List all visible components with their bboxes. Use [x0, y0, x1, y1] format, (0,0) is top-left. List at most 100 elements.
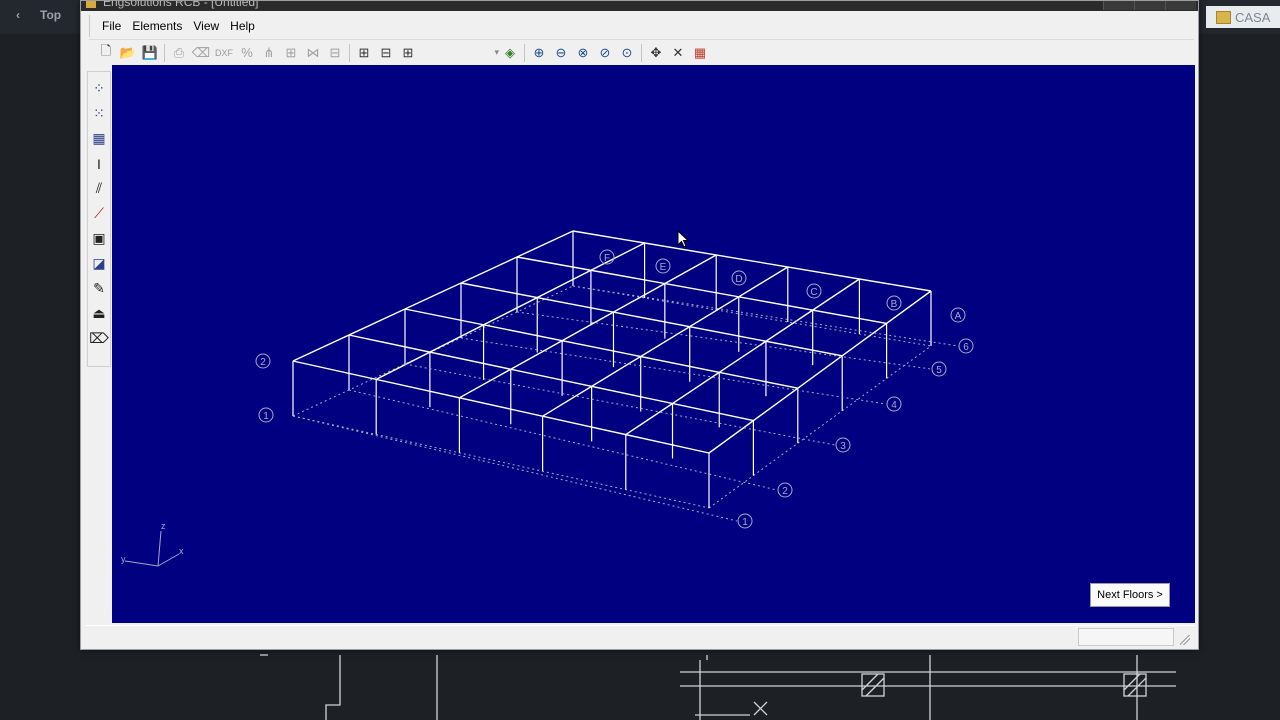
zoom-window-icon[interactable]: ⊗	[572, 42, 594, 64]
svg-text:D: D	[735, 274, 742, 285]
element-toolbar: ⁘ ⁙ ▦ I ⫽ ⟋ ▣ ◪ ✎ ⏏ ⌦	[87, 71, 111, 367]
ground-gridline	[572, 285, 932, 347]
resize-grip[interactable]	[1180, 635, 1190, 645]
column-axis-label-D: D	[731, 270, 747, 286]
mouse-cursor-icon	[677, 230, 690, 248]
status-field	[1078, 628, 1174, 646]
slab-tool-icon[interactable]: ⋈	[302, 42, 324, 64]
svg-text:F: F	[604, 253, 610, 264]
svg-text:1: 1	[263, 411, 269, 422]
svg-text:6: 6	[963, 342, 969, 353]
frame-beam	[460, 282, 843, 357]
zoom-extents-icon[interactable]: ⊘	[594, 42, 616, 64]
status-bar	[85, 625, 1194, 648]
main-toolbar: 🗋 📂 💾 ⎙ ⌫ DXF % ⋔ ⊞ ⋈ ⊟ ⊞ ⊟ ⊞ ▾ ◈ ⊕ ⊖ ⊗ …	[89, 39, 1194, 65]
svg-text:3: 3	[840, 441, 846, 452]
left-axis-label-1: 1	[258, 407, 274, 423]
svg-text:E: E	[660, 262, 667, 273]
frame-beam	[625, 278, 860, 436]
title-bar: Engsolutions RCB - [Untitled]	[81, 1, 1198, 11]
zoom-out-icon[interactable]: ⊖	[550, 42, 572, 64]
triad-y-axis	[124, 560, 159, 567]
dxf-export-button[interactable]: DXF	[212, 48, 236, 58]
zoom-previous-icon[interactable]: ⊙	[616, 42, 638, 64]
footing-icon[interactable]: ⏏	[89, 301, 109, 326]
left-axis-label-2: 2	[255, 353, 271, 369]
maximize-button[interactable]	[1134, 1, 1165, 10]
next-floors-button[interactable]: Next Floors >	[1090, 583, 1170, 607]
3d-view-canvas[interactable]: 1 2 3 4 5 6 1 2 A B C D E Fx z y Next Floors >	[112, 65, 1195, 623]
slab-icon[interactable]: ▣	[89, 226, 109, 251]
triad-x-label: x	[179, 546, 184, 556]
triad-y-label: y	[121, 554, 126, 564]
ground-gridline	[292, 415, 710, 509]
frame-beam	[348, 334, 754, 422]
new-file-icon[interactable]: 🗋	[95, 42, 117, 64]
view-3d-icon[interactable]: ◪	[89, 251, 109, 276]
line-icon[interactable]: ⟋	[89, 201, 109, 226]
frame-beam	[459, 254, 717, 399]
svg-text:A: A	[955, 311, 962, 322]
save-icon[interactable]: 💾	[139, 42, 161, 64]
column-axis-label-E: E	[655, 258, 671, 274]
rotate-icon[interactable]: ✕	[667, 42, 689, 64]
menu-view[interactable]: View	[193, 19, 219, 33]
row-axis-label-4: 4	[886, 396, 902, 412]
row-axis-label-2: 2	[777, 482, 793, 498]
triad-z-axis	[157, 530, 162, 567]
rcb-main-window: Engsolutions RCB - [Untitled] File Eleme…	[80, 0, 1199, 650]
app-icon	[86, 1, 96, 8]
triad-x-axis	[157, 553, 180, 567]
grid-tool-icon[interactable]: ⊟	[324, 42, 346, 64]
svg-text:2: 2	[260, 357, 266, 368]
column-icon[interactable]: I	[89, 151, 109, 176]
percent-tool-icon[interactable]: %	[236, 42, 258, 64]
column-axis-label-B: B	[886, 295, 902, 311]
beam-icon[interactable]: ⫽	[89, 176, 109, 201]
window-title: Engsolutions RCB - [Untitled]	[103, 1, 259, 9]
row-axis-label-6: 6	[958, 338, 974, 354]
svg-text:4: 4	[891, 400, 897, 411]
move-icon[interactable]: ✥	[645, 42, 667, 64]
svg-text:2: 2	[782, 486, 788, 497]
pan-tool-icon[interactable]: ◈	[499, 42, 521, 64]
row-axis-label-5: 5	[931, 361, 947, 377]
ground-gridline	[708, 345, 932, 509]
triad-z-label: z	[161, 521, 166, 531]
frame-beam	[708, 290, 932, 454]
frame-beam	[572, 230, 932, 292]
pencil-icon[interactable]: ✎	[89, 276, 109, 301]
svg-text:5: 5	[936, 365, 942, 376]
menu-file[interactable]: File	[102, 19, 121, 33]
row-axis-line	[292, 415, 738, 522]
grid-points-icon[interactable]: ⁘	[89, 76, 109, 101]
frame-grid-icon[interactable]: ▦	[89, 126, 109, 151]
beam-tool-icon[interactable]: ⋔	[258, 42, 280, 64]
elevation-icon[interactable]: ⊟	[375, 42, 397, 64]
3d-building-icon[interactable]: ▦	[689, 42, 711, 64]
row-axis-label-3: 3	[835, 437, 851, 453]
floor-plan-icon[interactable]: ⊞	[353, 42, 375, 64]
open-folder-icon[interactable]: 📂	[117, 42, 139, 64]
dot-grid-icon[interactable]: ⁙	[89, 101, 109, 126]
floor-select-dropdown[interactable]: ▾	[419, 43, 499, 63]
zoom-in-icon[interactable]: ⊕	[528, 42, 550, 64]
minimize-button[interactable]	[1103, 1, 1134, 10]
3d-frame-model: 1 2 3 4 5 6 1 2 A B C D E Fx z y	[121, 230, 974, 567]
column-axis-label-C: C	[806, 283, 822, 299]
svg-text:C: C	[810, 287, 817, 298]
print-icon[interactable]: ⎙	[168, 42, 190, 64]
column-axis-label-A: A	[950, 307, 966, 323]
menu-bar: File Elements View Help	[89, 15, 1194, 37]
column-tool-icon[interactable]: ⊞	[280, 42, 302, 64]
eraser-icon[interactable]: ⌫	[190, 42, 212, 64]
svg-text:1: 1	[742, 517, 748, 528]
menu-elements[interactable]: Elements	[132, 19, 182, 33]
close-button[interactable]	[1165, 1, 1196, 10]
frame-view-icon[interactable]: ⊞	[397, 42, 419, 64]
svg-text:B: B	[891, 299, 898, 310]
erase-icon[interactable]: ⌦	[89, 326, 109, 351]
column-axis-label-F: F	[599, 249, 615, 265]
menu-help[interactable]: Help	[230, 19, 255, 33]
row-axis-line	[348, 389, 778, 491]
